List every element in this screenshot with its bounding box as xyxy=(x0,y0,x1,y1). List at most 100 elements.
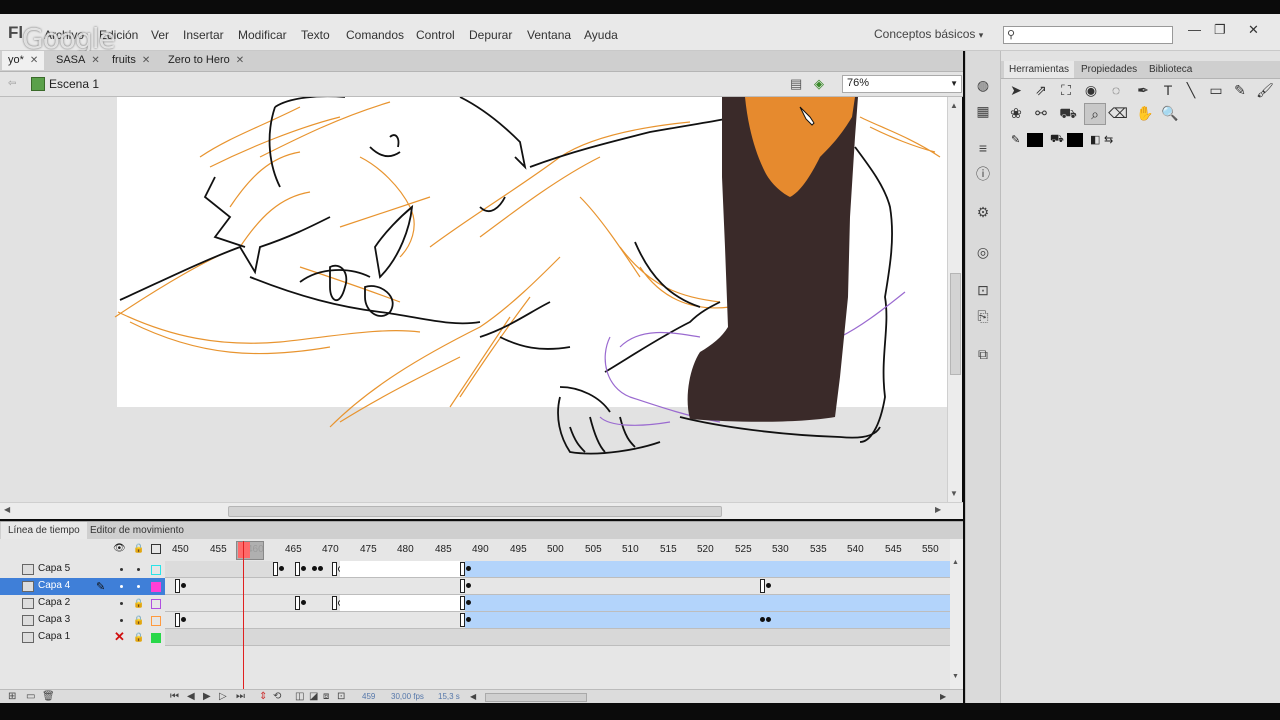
lasso-tool-icon[interactable]: ◌ xyxy=(1106,80,1126,100)
frame-row[interactable] xyxy=(165,561,950,578)
keyframe-empty[interactable] xyxy=(273,562,278,576)
eye-icon[interactable]: 👁 xyxy=(113,543,126,554)
zoom-select[interactable]: 76% ▼ xyxy=(842,75,962,93)
scroll-up-icon[interactable]: ▲ xyxy=(950,101,958,110)
frame-ruler[interactable]: 450 455 460 465 470 475 480 485 490 495 … xyxy=(165,539,950,562)
stage-horizontal-scrollbar[interactable]: ◀ ▶ xyxy=(0,502,963,519)
3d-rotation-tool-icon[interactable]: ◉ xyxy=(1081,80,1101,100)
keyframe[interactable] xyxy=(466,583,471,588)
back-arrow-icon[interactable]: ⇦ xyxy=(8,78,16,89)
timeline-scroll-left-icon[interactable]: ◀ xyxy=(470,692,476,701)
timeline-hscroll-thumb[interactable] xyxy=(485,693,587,702)
keyframe[interactable] xyxy=(301,566,306,571)
keyframe-empty[interactable] xyxy=(295,596,300,610)
lock-dot[interactable] xyxy=(137,568,140,571)
keyframe[interactable] xyxy=(318,566,323,571)
play-icon[interactable]: ▶ xyxy=(203,691,211,702)
timeline-scroll-right-icon[interactable]: ▶ xyxy=(940,692,946,701)
menu-texto[interactable]: Texto xyxy=(301,28,330,42)
keyframe-empty[interactable] xyxy=(332,596,337,610)
close-icon[interactable]: ✕ xyxy=(236,55,244,66)
keyframe[interactable] xyxy=(181,583,186,588)
visibility-dot[interactable] xyxy=(120,585,123,588)
frame-span[interactable] xyxy=(340,561,460,577)
layer-color-box[interactable] xyxy=(151,633,161,643)
keyframe[interactable] xyxy=(466,600,471,605)
lock-icon[interactable]: 🔒 xyxy=(133,543,144,554)
layer-row[interactable]: Capa 2 🔒 xyxy=(0,595,165,612)
scroll-up-icon[interactable]: ▲ xyxy=(952,559,959,566)
layer-row[interactable]: Capa 4 ✎ xyxy=(0,578,165,595)
close-icon[interactable]: ✕ xyxy=(142,55,150,66)
help-search-input[interactable]: ⚲ xyxy=(1003,26,1173,44)
hidden-x-icon[interactable]: ✕ xyxy=(114,629,125,645)
menu-control[interactable]: Control xyxy=(416,28,455,42)
visibility-dot[interactable] xyxy=(120,619,123,622)
menu-ayuda[interactable]: Ayuda xyxy=(584,28,618,42)
frame-span[interactable] xyxy=(340,595,460,611)
close-icon[interactable]: ✕ xyxy=(30,55,38,66)
playhead-marker[interactable] xyxy=(236,541,264,560)
scroll-right-icon[interactable]: ▶ xyxy=(935,505,941,514)
pencil-tool-icon[interactable]: ✎ xyxy=(1230,80,1250,100)
outline-icon[interactable] xyxy=(151,544,161,554)
keyframe-empty[interactable] xyxy=(760,579,765,593)
step-forward-icon[interactable]: ▷ xyxy=(219,691,227,702)
menu-ver[interactable]: Ver xyxy=(151,28,169,42)
keyframe[interactable] xyxy=(760,617,765,622)
tab-biblioteca[interactable]: Biblioteca xyxy=(1144,61,1197,78)
tween-span[interactable] xyxy=(465,612,950,628)
close-window-button[interactable]: ✕ xyxy=(1248,22,1259,38)
vscroll-thumb[interactable] xyxy=(950,273,961,375)
minimize-button[interactable]: — xyxy=(1188,22,1201,37)
visibility-dot[interactable] xyxy=(120,568,123,571)
timeline-vertical-scrollbar[interactable]: ▲ ▼ xyxy=(950,539,963,689)
frame-row[interactable] xyxy=(165,612,950,629)
layer-color-box[interactable] xyxy=(151,616,161,626)
keyframe[interactable] xyxy=(766,617,771,622)
hscroll-thumb[interactable] xyxy=(228,506,722,517)
lock-dot[interactable] xyxy=(137,585,140,588)
selection-tool-icon[interactable]: ➤ xyxy=(1006,80,1026,100)
layer-color-box[interactable] xyxy=(151,582,161,592)
scroll-down-icon[interactable]: ▼ xyxy=(950,489,958,498)
subselection-tool-icon[interactable]: ⇗ xyxy=(1031,80,1051,100)
stage-pasteboard[interactable] xyxy=(0,97,947,502)
onion-skin-icon[interactable]: ◫ xyxy=(295,691,304,702)
brush-tool-icon[interactable]: 🖌 xyxy=(1255,80,1275,100)
free-transform-tool-icon[interactable]: ⛶ xyxy=(1056,80,1076,100)
keyframe[interactable] xyxy=(279,566,284,571)
doc-tab-fruits[interactable]: fruits ✕ xyxy=(106,51,156,70)
delete-layer-icon[interactable]: 🗑 xyxy=(42,691,55,702)
center-frame-icon[interactable]: ⇕ xyxy=(259,691,267,702)
layer-row[interactable]: Capa 1 ✕ 🔒 xyxy=(0,629,165,646)
keyframe-empty[interactable] xyxy=(332,562,337,576)
new-folder-icon[interactable]: ▭ xyxy=(26,691,35,702)
layer-row[interactable]: Capa 3 🔒 xyxy=(0,612,165,629)
info-panel-icon[interactable]: ⓘ xyxy=(975,166,991,182)
close-icon[interactable]: ✕ xyxy=(91,55,99,66)
keyframe[interactable] xyxy=(312,566,317,571)
edit-multiple-icon[interactable]: ⧈ xyxy=(323,691,329,702)
zoom-tool-icon[interactable]: 🔍 xyxy=(1160,103,1180,123)
bone-tool-icon[interactable]: ⚯ xyxy=(1031,103,1051,123)
loop-icon[interactable]: ⟲ xyxy=(273,691,281,702)
visibility-dot[interactable] xyxy=(120,602,123,605)
tab-propiedades[interactable]: Propiedades xyxy=(1076,61,1142,78)
components-panel-icon[interactable]: ⚙ xyxy=(975,204,991,220)
swap-colors-icon[interactable]: ⇆ xyxy=(1104,133,1113,146)
menu-comandos[interactable]: Comandos xyxy=(346,28,404,42)
align-panel-icon[interactable]: ≡ xyxy=(975,140,991,156)
go-to-first-icon[interactable]: ⏮ xyxy=(170,691,179,702)
step-back-icon[interactable]: ◀ xyxy=(187,691,195,702)
frame-row[interactable] xyxy=(165,629,950,646)
new-layer-icon[interactable]: ⊞ xyxy=(8,691,16,702)
scroll-left-icon[interactable]: ◀ xyxy=(4,505,10,514)
tab-herramientas[interactable]: Herramientas xyxy=(1004,61,1075,78)
menu-ventana[interactable]: Ventana xyxy=(527,28,571,42)
text-tool-icon[interactable]: T xyxy=(1158,80,1178,100)
keyframe[interactable] xyxy=(766,583,771,588)
doc-tab-zero-to-hero[interactable]: Zero to Hero ✕ xyxy=(162,51,250,70)
menu-insertar[interactable]: Insertar xyxy=(183,28,224,42)
menu-modificar[interactable]: Modificar xyxy=(238,28,287,42)
